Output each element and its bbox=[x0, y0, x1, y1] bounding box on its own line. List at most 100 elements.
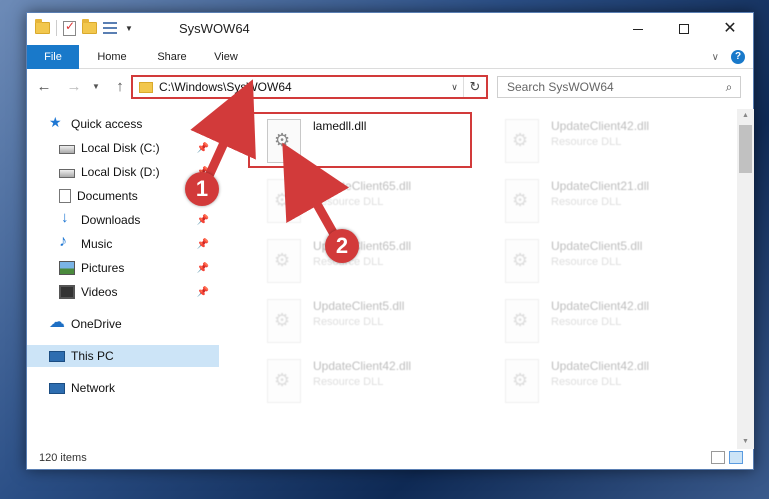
file-item[interactable]: UpdateClient42.dll Resource DLL bbox=[485, 113, 707, 169]
recent-locations-icon[interactable]: ▼ bbox=[87, 77, 105, 97]
file-type: Resource DLL bbox=[551, 196, 622, 208]
title-bar: ▼ SysWOW64 ✕ bbox=[27, 13, 753, 45]
file-highlight-box bbox=[248, 112, 472, 168]
tab-view[interactable]: View bbox=[203, 45, 249, 69]
file-type: Resource DLL bbox=[551, 136, 622, 148]
sidebar-item-label: Videos bbox=[81, 285, 118, 299]
dll-file-icon bbox=[267, 239, 301, 283]
sidebar-item-local-disk-c[interactable]: Local Disk (C:) 📌 bbox=[27, 137, 219, 159]
pin-icon[interactable]: 📌 bbox=[197, 263, 209, 274]
close-button[interactable]: ✕ bbox=[707, 13, 753, 45]
pin-icon[interactable]: 📌 bbox=[197, 239, 209, 250]
file-item[interactable]: UpdateClient21.dll Resource DLL bbox=[485, 173, 707, 229]
file-name: UpdateClient42.dll bbox=[551, 119, 650, 133]
status-bar: 120 items bbox=[27, 447, 753, 469]
scroll-thumb[interactable] bbox=[739, 125, 752, 173]
sidebar-item-this-pc[interactable]: This PC bbox=[27, 345, 219, 367]
sidebar-item-onedrive[interactable]: OneDrive bbox=[27, 312, 219, 335]
view-list-icon[interactable] bbox=[103, 21, 119, 35]
view-buttons bbox=[711, 451, 743, 464]
forward-arrow-icon[interactable]: → bbox=[65, 77, 83, 97]
chevron-down-icon[interactable]: ∨ bbox=[446, 77, 464, 97]
maximize-button[interactable] bbox=[661, 13, 707, 45]
file-type: Resource DLL bbox=[551, 376, 622, 388]
back-arrow-icon[interactable]: ← bbox=[35, 77, 53, 97]
large-icons-view-icon[interactable] bbox=[729, 451, 743, 464]
refresh-icon[interactable]: ↻ bbox=[464, 77, 486, 97]
new-folder-icon[interactable] bbox=[82, 19, 97, 34]
file-item[interactable]: UpdateClient42.dll Resource DLL bbox=[485, 353, 707, 409]
star-icon bbox=[49, 114, 65, 131]
cloud-icon bbox=[49, 312, 65, 332]
file-type: Resource DLL bbox=[551, 256, 622, 268]
minimize-button[interactable] bbox=[615, 13, 661, 45]
folder-icon[interactable] bbox=[35, 19, 50, 34]
music-icon bbox=[59, 233, 75, 251]
sidebar-item-downloads[interactable]: Downloads 📌 bbox=[27, 209, 219, 231]
sidebar-item-label: OneDrive bbox=[71, 317, 122, 331]
sidebar-item-label: Documents bbox=[77, 189, 138, 203]
pin-icon[interactable]: 📌 bbox=[197, 215, 209, 226]
address-path[interactable]: C:\Windows\SysWOW64 bbox=[159, 80, 446, 94]
sidebar-item-label: Pictures bbox=[81, 261, 125, 275]
maximize-icon bbox=[679, 24, 689, 34]
file-item[interactable]: UpdateClient5.dll Resource DLL bbox=[485, 233, 707, 289]
window-title: SysWOW64 bbox=[179, 21, 250, 36]
pc-icon bbox=[49, 350, 65, 362]
scroll-up-icon[interactable]: ▲ bbox=[737, 109, 754, 123]
dll-file-icon bbox=[267, 359, 301, 403]
sidebar-item-label: Network bbox=[71, 381, 116, 395]
file-type: Resource DLL bbox=[313, 376, 384, 388]
file-type: Resource DLL bbox=[313, 196, 384, 208]
file-name: UpdateClient42.dll bbox=[551, 359, 650, 373]
expand-ribbon-icon[interactable]: ∨ bbox=[712, 52, 719, 63]
sidebar-item-label: Music bbox=[81, 237, 113, 251]
tab-file[interactable]: File bbox=[27, 45, 79, 69]
ribbon-tabs: File Home Share View ∨ ? bbox=[27, 45, 753, 69]
tab-home[interactable]: Home bbox=[87, 45, 137, 69]
vertical-scrollbar[interactable]: ▲ ▼ bbox=[737, 109, 754, 449]
sidebar-item-network[interactable]: Network bbox=[27, 377, 219, 399]
file-item[interactable]: UpdateClient65.dll Resource DLL bbox=[247, 173, 469, 229]
up-arrow-icon[interactable]: ↑ bbox=[111, 77, 129, 97]
documents-icon bbox=[59, 189, 71, 203]
file-name: UpdateClient21.dll bbox=[551, 179, 650, 193]
item-count: 120 items bbox=[39, 452, 87, 464]
dll-file-icon bbox=[505, 179, 539, 223]
sidebar-item-label: Local Disk (D:) bbox=[81, 165, 160, 179]
file-name: UpdateClient5.dll bbox=[551, 239, 643, 253]
downloads-icon bbox=[59, 209, 75, 227]
pin-icon[interactable]: 📌 bbox=[197, 143, 209, 154]
sidebar-item-label: Downloads bbox=[81, 213, 141, 227]
explorer-window: ▼ SysWOW64 ✕ File Home Share View ∨ ? ← … bbox=[26, 12, 754, 470]
details-view-icon[interactable] bbox=[711, 451, 725, 464]
sidebar-item-videos[interactable]: Videos 📌 bbox=[27, 281, 219, 303]
sidebar-item-pictures[interactable]: Pictures 📌 bbox=[27, 257, 219, 279]
dll-file-icon bbox=[505, 239, 539, 283]
file-item[interactable]: UpdateClient42.dll Resource DLL bbox=[247, 353, 469, 409]
file-name: UpdateClient5.dll bbox=[313, 299, 405, 313]
dll-file-icon bbox=[267, 179, 301, 223]
search-icon[interactable]: ⌕ bbox=[718, 80, 740, 95]
sidebar-item-music[interactable]: Music 📌 bbox=[27, 233, 219, 255]
help-icon[interactable]: ? bbox=[731, 50, 745, 64]
file-item[interactable]: UpdateClient42.dll Resource DLL bbox=[485, 293, 707, 349]
qat-dropdown-icon[interactable]: ▼ bbox=[125, 24, 133, 33]
pin-icon[interactable]: 📌 bbox=[197, 287, 209, 298]
folder-icon bbox=[139, 81, 153, 93]
file-type: Resource DLL bbox=[551, 316, 622, 328]
tab-share[interactable]: Share bbox=[147, 45, 197, 69]
file-type: Resource DLL bbox=[313, 316, 384, 328]
search-input[interactable]: Search SysWOW64 ⌕ bbox=[497, 76, 741, 98]
navigation-bar: ← → ▼ ↑ C:\Windows\SysWOW64 ∨ ↻ Search S… bbox=[27, 73, 753, 101]
sidebar-item-label: This PC bbox=[71, 349, 114, 363]
properties-check-icon[interactable] bbox=[63, 19, 76, 36]
file-item[interactable]: UpdateClient5.dll Resource DLL bbox=[247, 293, 469, 349]
pictures-icon bbox=[59, 261, 75, 275]
address-bar[interactable]: C:\Windows\SysWOW64 ∨ ↻ bbox=[131, 75, 488, 99]
ribbon-right-controls: ∨ ? bbox=[712, 50, 745, 64]
sidebar-item-label: Quick access bbox=[71, 117, 143, 131]
minimize-icon bbox=[633, 28, 643, 30]
sidebar-item-quick-access[interactable]: Quick access bbox=[27, 113, 219, 135]
disk-icon bbox=[59, 168, 75, 178]
